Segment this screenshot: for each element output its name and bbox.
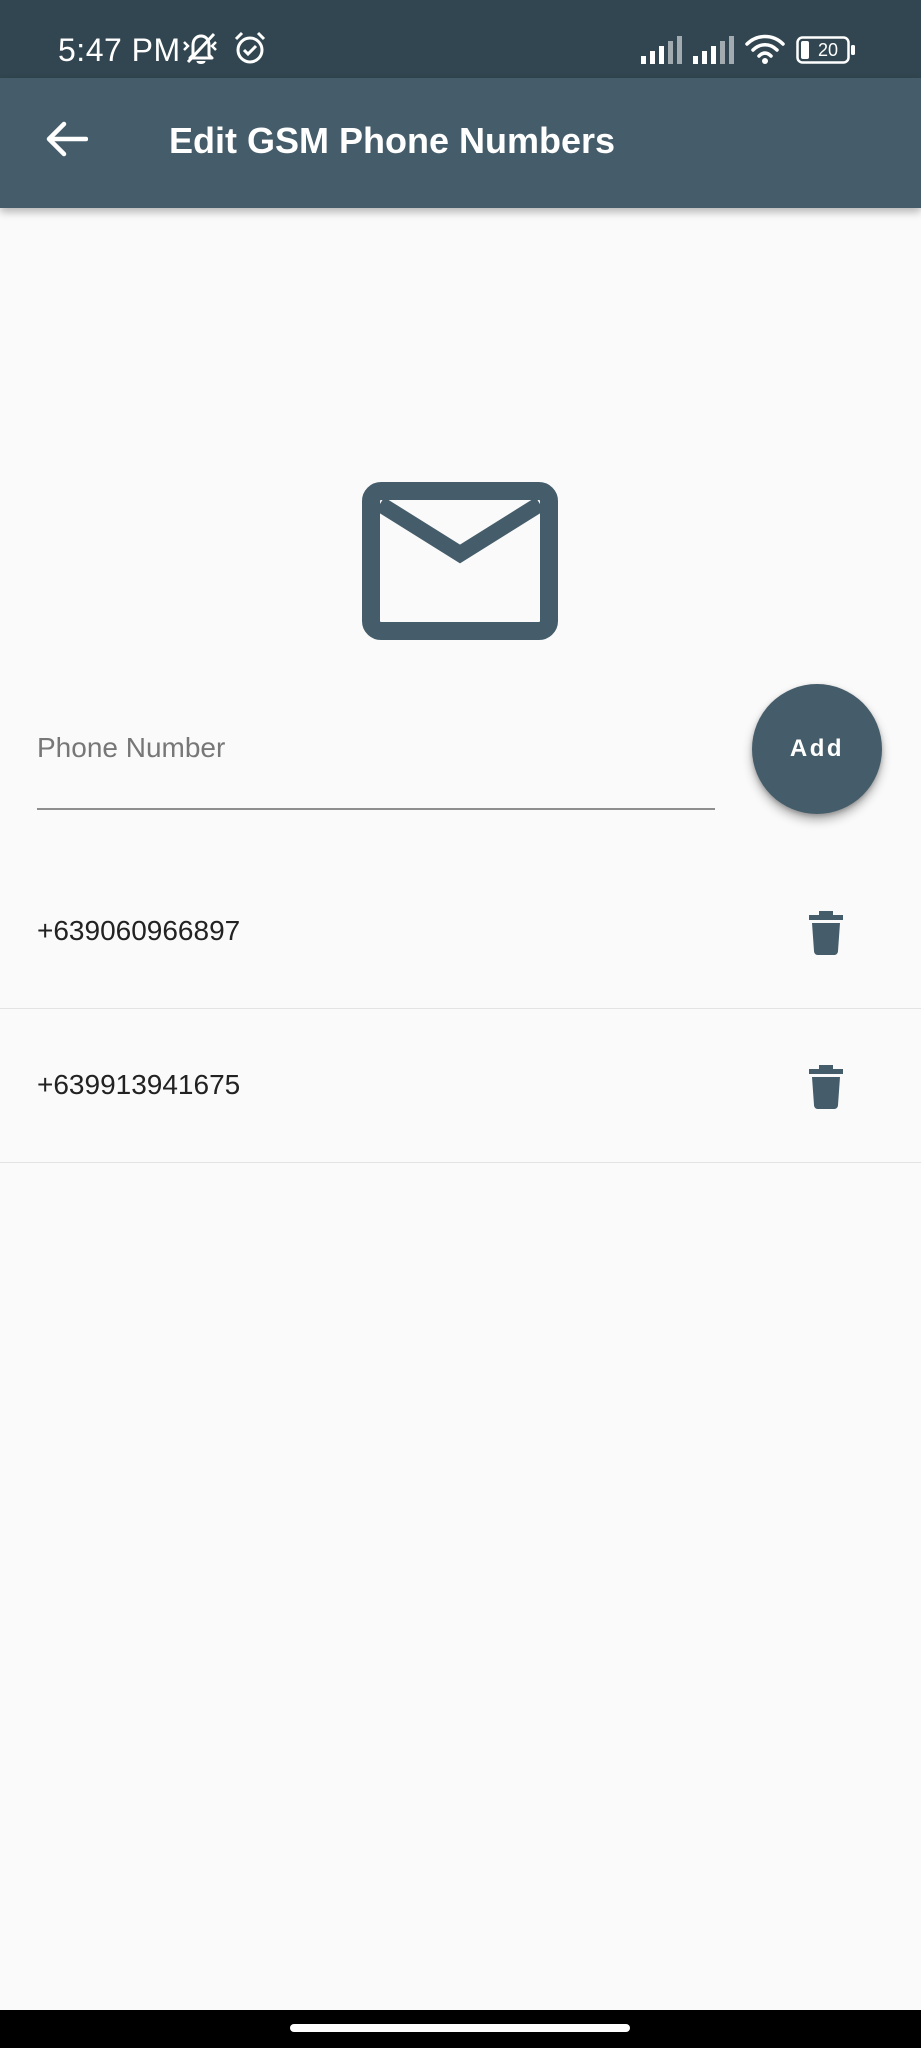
list-item: +639913941675 xyxy=(0,1009,921,1163)
add-button[interactable]: Add xyxy=(752,684,882,814)
mute-vibrate-icon xyxy=(183,32,217,64)
delete-button[interactable] xyxy=(788,895,864,971)
back-button[interactable] xyxy=(26,99,106,179)
status-time: 5:47 PM xyxy=(58,32,181,68)
input-underline xyxy=(37,808,715,810)
battery-level: 20 xyxy=(817,40,839,60)
add-button-label: Add xyxy=(789,735,845,762)
trash-icon xyxy=(809,1065,843,1109)
phone-number-text: +639060966897 xyxy=(37,915,241,946)
signal-icon xyxy=(693,36,734,64)
phone-number-field[interactable] xyxy=(37,718,715,812)
trash-icon xyxy=(809,911,843,955)
battery-icon: 20 xyxy=(796,36,856,64)
list-item: +639060966897 xyxy=(0,855,921,1009)
phone-number-list: +639060966897 +639913941675 xyxy=(0,855,921,1163)
alarm-icon xyxy=(234,31,266,64)
phone-number-input[interactable] xyxy=(37,718,715,778)
app-bar: Edit GSM Phone Numbers xyxy=(0,78,921,208)
navigation-bar xyxy=(0,2010,921,2048)
arrow-back-icon xyxy=(46,121,88,157)
page-title: Edit GSM Phone Numbers xyxy=(169,120,616,161)
phone-number-text: +639913941675 xyxy=(37,1069,241,1100)
wifi-icon xyxy=(745,34,785,64)
status-bar: 5:47 PM 20 xyxy=(0,0,921,78)
delete-button[interactable] xyxy=(788,1049,864,1125)
signal-icon xyxy=(641,36,682,64)
home-indicator[interactable] xyxy=(290,2024,630,2032)
email-icon xyxy=(362,482,558,640)
